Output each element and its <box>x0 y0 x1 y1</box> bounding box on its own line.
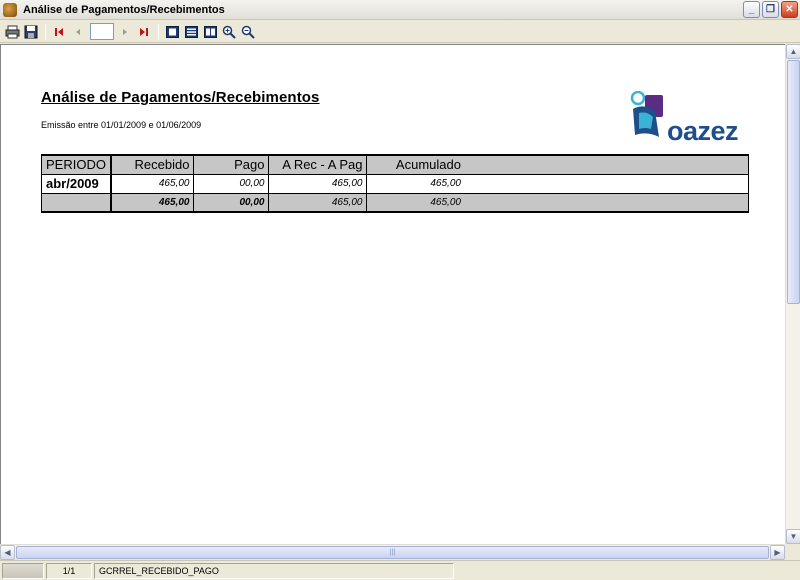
arrow-left-icon: ◀ <box>4 547 11 557</box>
toolbar-separator <box>158 23 159 40</box>
progress-panel <box>2 562 44 579</box>
report-name: GCRREL_RECEBIDO_PAGO <box>94 562 454 579</box>
zoom-in-icon <box>222 25 236 39</box>
total-acumulado: 465,00 <box>366 192 465 213</box>
report-title: Análise de Pagamentos/Recebimentos <box>41 89 320 106</box>
scroll-down-button[interactable]: ▼ <box>786 529 800 544</box>
arrow-up-icon: ▲ <box>789 46 798 56</box>
prev-page-icon <box>76 28 80 35</box>
logo-mark-icon: oazez <box>630 90 739 146</box>
print-button[interactable] <box>3 23 21 41</box>
cell-periodo: abr/2009 <box>40 173 112 194</box>
total-pago: 00,00 <box>193 192 270 213</box>
company-logo: oazez <box>629 90 751 147</box>
page-number-input[interactable] <box>90 23 114 40</box>
next-page-button[interactable] <box>116 23 134 41</box>
total-periodo <box>40 192 112 213</box>
col-header-acumulado: Acumulado <box>366 154 465 175</box>
arrow-down-icon: ▼ <box>789 531 798 541</box>
scroll-up-button[interactable]: ▲ <box>786 44 800 59</box>
cell-recebido: 465,00 <box>109 173 195 194</box>
toolbar-separator <box>45 23 46 40</box>
vertical-scroll-thumb[interactable] <box>787 60 800 304</box>
app-icon[interactable] <box>3 2 17 17</box>
close-button[interactable]: ✕ <box>781 1 798 18</box>
next-page-icon <box>123 28 127 35</box>
scroll-right-button[interactable]: ▶ <box>770 545 785 560</box>
single-page-button[interactable] <box>163 23 181 41</box>
col-header-recebido: Recebido <box>109 154 195 175</box>
minimize-button[interactable]: _ <box>743 1 760 18</box>
total-recebido: 465,00 <box>109 192 195 213</box>
col-header-arec-apag: A Rec - A Pag <box>268 154 368 175</box>
single-page-icon <box>165 25 179 38</box>
arrow-right-icon: ▶ <box>774 547 781 557</box>
totals-row: 465,00 00,00 465,00 465,00 <box>40 192 749 213</box>
zoom-out-icon <box>241 25 255 39</box>
title-bar: Análise de Pagamentos/Recebimentos _ ❐ ✕ <box>0 0 800 20</box>
status-bar: 1/1 GCRREL_RECEBIDO_PAGO <box>0 560 800 580</box>
emission-period: Emissão entre 01/01/2009 e 01/06/2009 <box>41 120 202 130</box>
save-button[interactable] <box>22 23 40 41</box>
toolbar <box>0 21 800 43</box>
horizontal-scrollbar[interactable]: ◀ ||| ▶ <box>0 544 785 560</box>
first-page-icon <box>55 27 63 36</box>
zoom-out-button[interactable] <box>239 23 257 41</box>
total-filler <box>464 192 749 213</box>
cell-arec-apag: 465,00 <box>268 173 368 194</box>
scroll-left-button[interactable]: ◀ <box>0 545 15 560</box>
print-icon <box>5 25 19 38</box>
logo-text: oazez <box>667 116 738 146</box>
scrollbar-corner <box>785 544 800 559</box>
col-header-filler <box>464 154 749 175</box>
prev-page-button[interactable] <box>69 23 87 41</box>
cell-filler <box>464 173 749 194</box>
report-preview[interactable]: Análise de Pagamentos/Recebimentos Emiss… <box>0 44 785 544</box>
col-header-periodo: PERIODO <box>40 154 112 175</box>
table-header-row: PERIODO Recebido Pago A Rec - A Pag Acum… <box>40 154 749 175</box>
page-width-button[interactable] <box>201 23 219 41</box>
col-header-pago: Pago <box>193 154 270 175</box>
multi-page-button[interactable] <box>182 23 200 41</box>
page-count: 1/1 <box>46 562 92 579</box>
restore-button[interactable]: ❐ <box>762 1 779 18</box>
save-icon <box>24 25 38 38</box>
window-title: Análise de Pagamentos/Recebimentos <box>23 3 225 16</box>
first-page-button[interactable] <box>50 23 68 41</box>
report-table: PERIODO Recebido Pago A Rec - A Pag Acum… <box>40 154 749 213</box>
total-arec-apag: 465,00 <box>268 192 368 213</box>
last-page-icon <box>140 27 148 36</box>
horizontal-scroll-thumb[interactable]: ||| <box>16 546 769 559</box>
vertical-scrollbar[interactable]: ▲ ▼ <box>785 44 800 544</box>
cell-pago: 00,00 <box>193 173 270 194</box>
window-controls: _ ❐ ✕ <box>743 1 798 18</box>
multi-page-icon <box>184 25 198 38</box>
table-row: abr/2009 465,00 00,00 465,00 465,00 <box>40 173 749 194</box>
last-page-button[interactable] <box>135 23 153 41</box>
cell-acumulado: 465,00 <box>366 173 465 194</box>
page-width-icon <box>203 25 217 38</box>
grip-icon: ||| <box>389 549 396 556</box>
zoom-in-button[interactable] <box>220 23 238 41</box>
